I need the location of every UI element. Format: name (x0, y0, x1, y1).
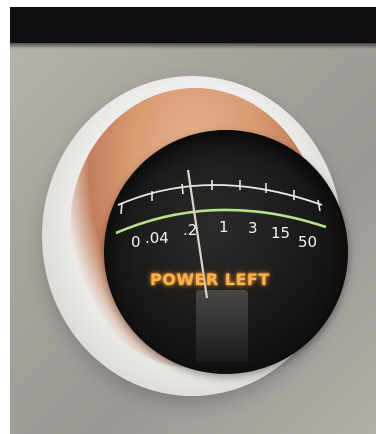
scale-label-0: 0 (131, 233, 141, 251)
scale-label-3: 3 (248, 219, 258, 237)
scale-label-15: 15 (271, 224, 290, 242)
tick (317, 199, 321, 212)
scale-tick-arc (117, 184, 323, 206)
scale-numbers: 0 .04 .2 1 3 15 50 (131, 218, 317, 251)
meter-scale: 0 .04 .2 1 3 15 50 (115, 169, 327, 299)
tick (120, 202, 123, 215)
tick (181, 183, 184, 195)
power-left-indicator: POWER LEFT (150, 270, 270, 289)
photo-frame: 0 .04 .2 1 3 15 50 POWER LEFT (0, 0, 376, 434)
scale-label-1: 1 (219, 218, 229, 236)
scale-label-50: 50 (298, 233, 317, 251)
scale-label-004: .04 (145, 229, 169, 247)
